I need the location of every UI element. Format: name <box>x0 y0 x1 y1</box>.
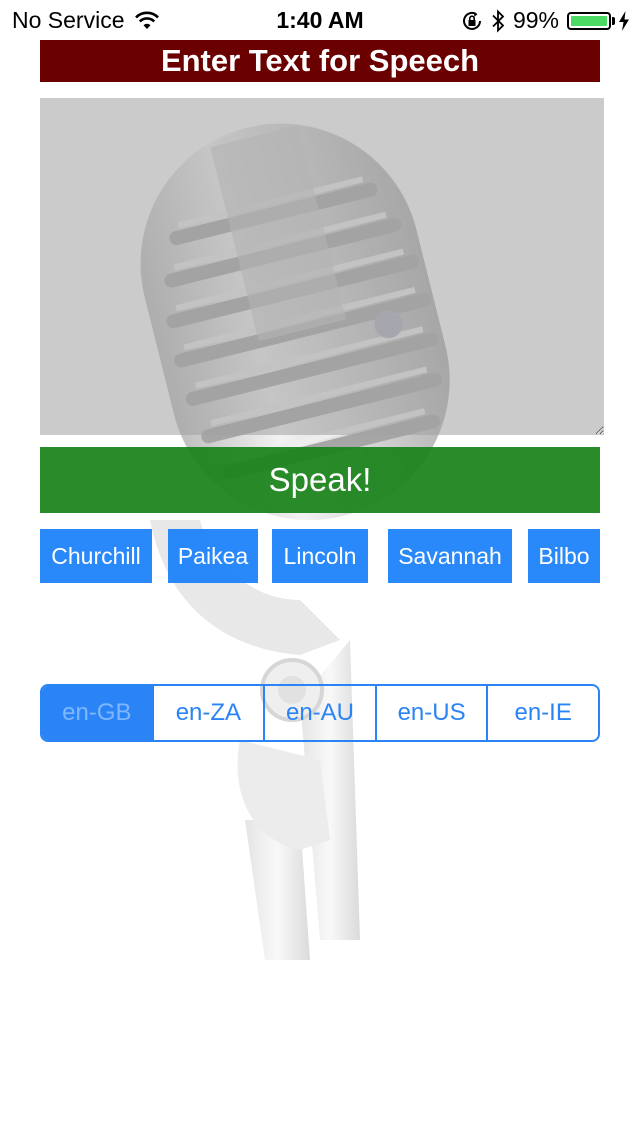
bluetooth-icon <box>492 8 505 33</box>
locale-option-en-ie[interactable]: en-IE <box>486 686 598 740</box>
speak-button[interactable]: Speak! <box>40 447 600 513</box>
voice-button-bilbo[interactable]: Bilbo <box>528 529 600 583</box>
rotation-lock-icon <box>462 11 481 30</box>
locale-option-en-us[interactable]: en-US <box>374 686 487 740</box>
status-right: 99% <box>461 7 630 34</box>
speech-text-input[interactable] <box>40 98 604 435</box>
voice-button-churchill[interactable]: Churchill <box>40 529 152 583</box>
status-bar: No Service 1:40 AM 99% <box>0 0 640 40</box>
voice-button-paikea[interactable]: Paikea <box>168 529 258 583</box>
battery-percent: 99% <box>512 7 559 33</box>
locale-option-en-au[interactable]: en-AU <box>263 686 375 740</box>
voice-button-lincoln[interactable]: Lincoln <box>272 529 368 583</box>
battery-tip <box>612 16 615 25</box>
locale-segmented-control: en-GB en-ZA en-AU en-US en-IE <box>40 684 600 742</box>
page-title: Enter Text for Speech <box>40 40 600 82</box>
locale-option-en-za[interactable]: en-ZA <box>151 686 264 740</box>
battery-icon <box>567 11 611 30</box>
locale-option-en-gb[interactable]: en-GB <box>42 686 152 740</box>
voice-button-savannah[interactable]: Savannah <box>388 529 512 583</box>
charging-icon <box>619 10 629 31</box>
battery-fill <box>571 15 607 26</box>
